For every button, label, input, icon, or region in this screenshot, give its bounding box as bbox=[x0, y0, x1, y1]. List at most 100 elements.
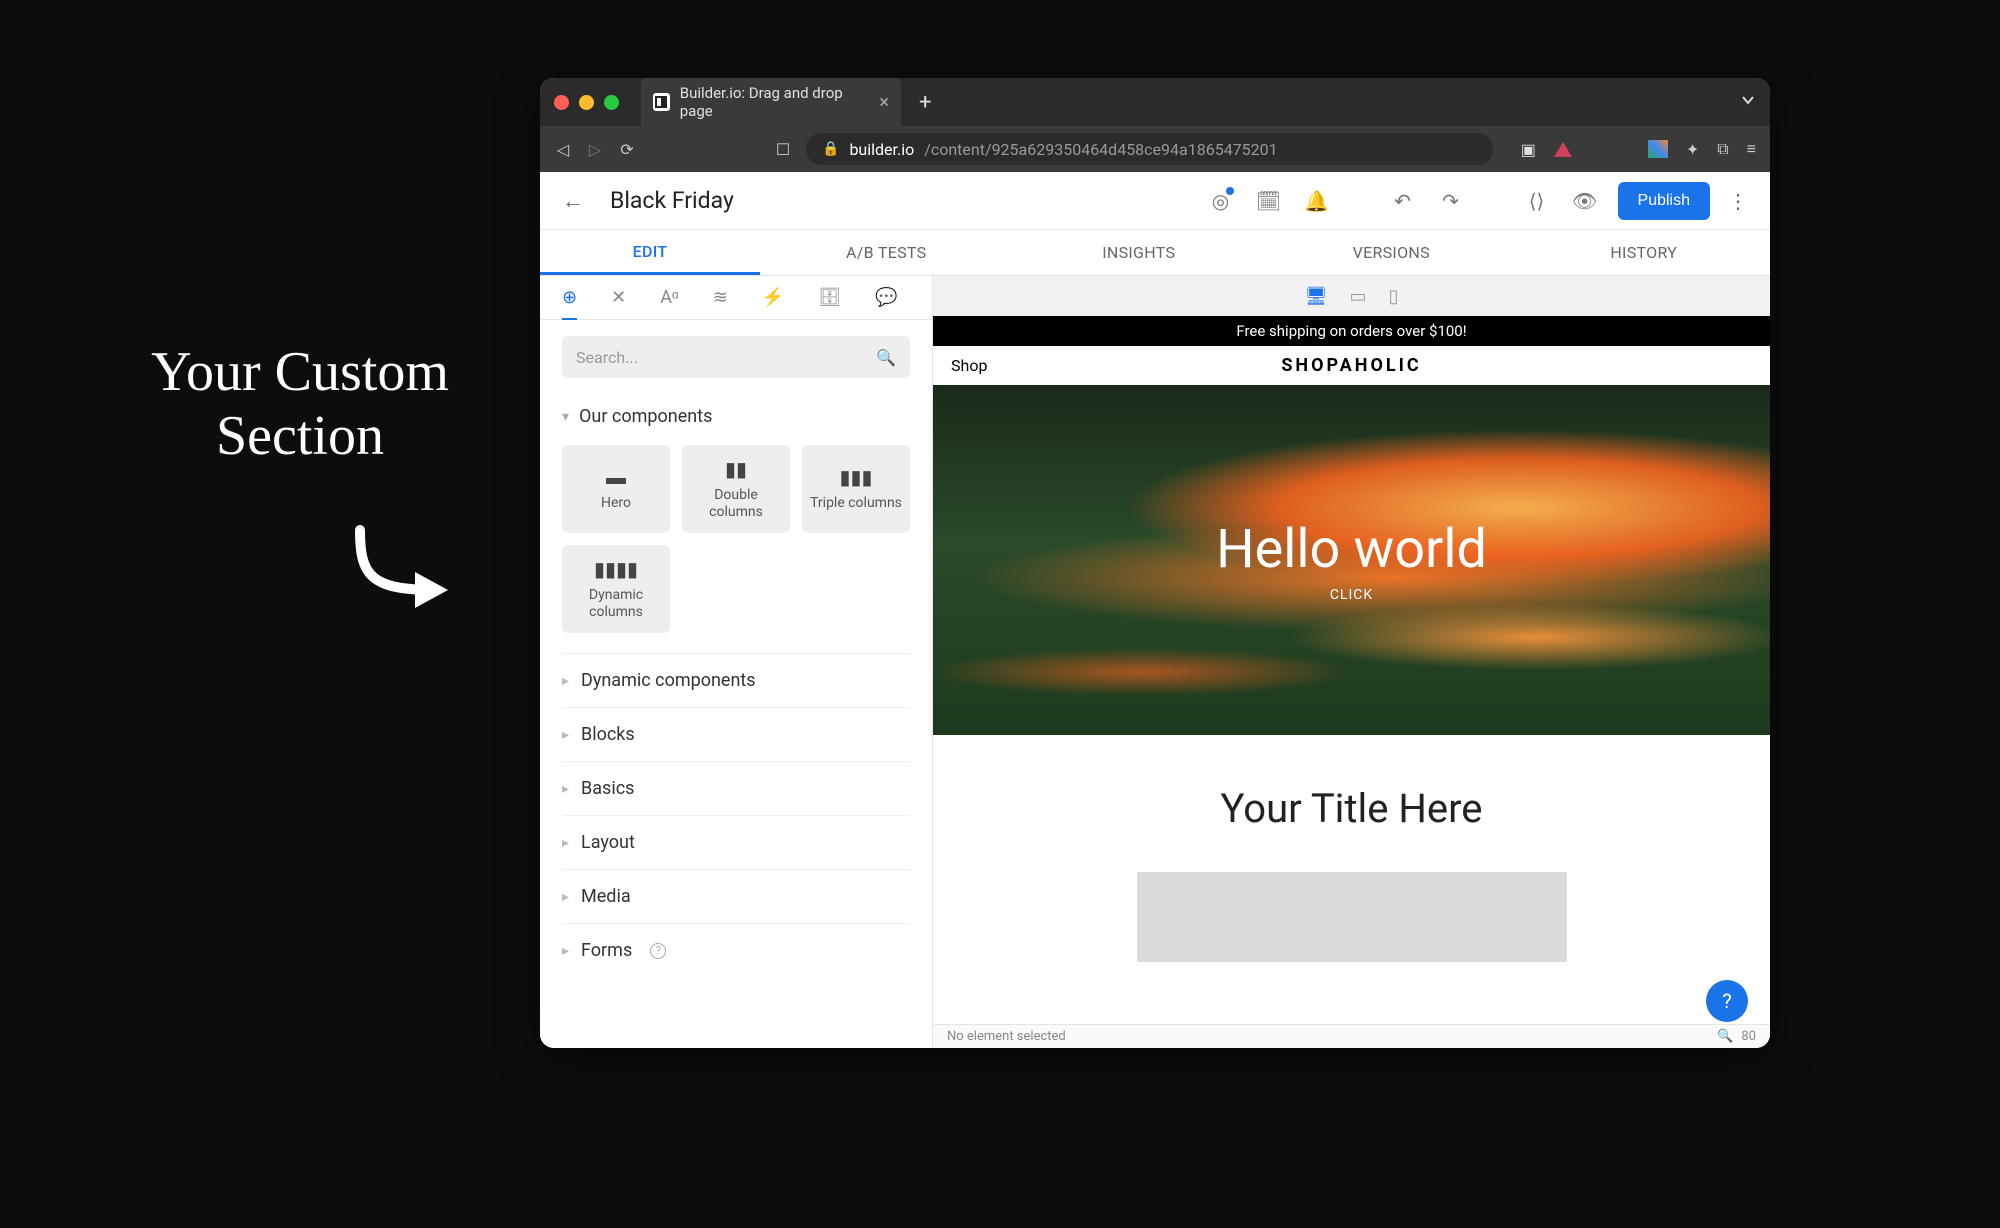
sidebar-body: Search... 🔍 ▾ Our components ▬ Hero ▮▮ D… bbox=[540, 320, 932, 1048]
type-tool-icon[interactable]: Aᵅ bbox=[660, 287, 679, 308]
section-dynamic-components[interactable]: ▸ Dynamic components bbox=[562, 653, 910, 707]
help-icon: ? bbox=[650, 943, 666, 959]
header-more-button[interactable]: ⋮ bbox=[1728, 189, 1748, 213]
redo-button[interactable]: ↷ bbox=[1436, 189, 1466, 213]
section-blocks[interactable]: ▸ Blocks bbox=[562, 707, 910, 761]
mobile-device-icon[interactable]: ▯ bbox=[1388, 286, 1398, 307]
caret-right-icon: ▸ bbox=[562, 943, 569, 959]
tab-versions[interactable]: VERSIONS bbox=[1265, 230, 1518, 275]
content-section[interactable]: Your Title Here bbox=[933, 735, 1770, 962]
component-dynamic-columns[interactable]: ▮▮▮▮ Dynamic columns bbox=[562, 545, 670, 633]
selection-status: No element selected bbox=[947, 1029, 1066, 1044]
app-header: ← Black Friday ◎ 🗓 🔔 ↶ ↷ ⟨⟩ 👁 Publish ⋮ bbox=[540, 172, 1770, 230]
tab-history[interactable]: HISTORY bbox=[1518, 230, 1771, 275]
sidebar: ⊕ ✕ Aᵅ ≋ ⚡ 🗄 💬 Search... 🔍 ▾ Our compone… bbox=[540, 276, 933, 1048]
search-input[interactable]: Search... 🔍 bbox=[562, 336, 910, 378]
tab-abtests[interactable]: A/B TESTS bbox=[760, 230, 1013, 275]
tabbar-overflow-button[interactable] bbox=[1740, 92, 1756, 112]
annotation-callout: Your Custom Section bbox=[120, 340, 480, 469]
nav-forward-button[interactable]: ▷ bbox=[586, 140, 604, 159]
window-minimize-button[interactable] bbox=[579, 95, 594, 110]
double-columns-icon: ▮▮ bbox=[725, 458, 747, 481]
annotation-line1: Your Custom bbox=[120, 340, 480, 404]
layers-tool-icon[interactable]: ≋ bbox=[713, 287, 728, 308]
section-layout[interactable]: ▸ Layout bbox=[562, 815, 910, 869]
shop-link[interactable]: Shop bbox=[951, 356, 987, 375]
insert-tool-icon[interactable]: ⊕ bbox=[562, 287, 577, 320]
targeting-icon[interactable]: ◎ bbox=[1206, 189, 1236, 213]
hero-section[interactable]: Hello world CLICK bbox=[933, 385, 1770, 735]
comments-tool-icon[interactable]: 💬 bbox=[875, 287, 897, 308]
search-icon: 🔍 bbox=[876, 348, 896, 367]
notifications-icon[interactable]: 🔔 bbox=[1302, 189, 1332, 213]
window-maximize-button[interactable] bbox=[604, 95, 619, 110]
status-bar: No element selected 🔍 80 bbox=[933, 1024, 1770, 1048]
component-double-columns[interactable]: ▮▮ Double columns bbox=[682, 445, 790, 533]
section-title: Your Title Here bbox=[933, 785, 1770, 832]
nav-back-button[interactable]: ◁ bbox=[554, 140, 572, 159]
publish-button[interactable]: Publish bbox=[1618, 182, 1710, 220]
section-media[interactable]: ▸ Media bbox=[562, 869, 910, 923]
help-fab-button[interactable]: ? bbox=[1706, 980, 1748, 1022]
undo-button[interactable]: ↶ bbox=[1388, 189, 1418, 213]
app-back-button[interactable]: ← bbox=[562, 188, 584, 214]
url-host: builder.io bbox=[849, 140, 914, 159]
component-grid: ▬ Hero ▮▮ Double columns ▮▮▮ Triple colu… bbox=[562, 445, 910, 633]
new-tab-button[interactable]: + bbox=[919, 90, 931, 115]
page-title: Black Friday bbox=[610, 187, 734, 214]
desktop-device-icon[interactable]: 🖥 bbox=[1305, 286, 1328, 307]
code-view-button[interactable]: ⟨⟩ bbox=[1522, 189, 1552, 213]
hero-cta[interactable]: CLICK bbox=[1330, 587, 1373, 603]
data-tool-icon[interactable]: 🗄 bbox=[818, 287, 841, 308]
zoom-value: 80 bbox=[1741, 1029, 1756, 1044]
browser-tabbar: Builder.io: Drag and drop page × + bbox=[540, 78, 1770, 126]
tablet-device-icon[interactable]: ▭ bbox=[1349, 286, 1366, 307]
tab-edit[interactable]: EDIT bbox=[540, 230, 760, 275]
tab-insights[interactable]: INSIGHTS bbox=[1013, 230, 1266, 275]
url-path: /content/925a629350464d458ce94a186547520… bbox=[924, 140, 1277, 159]
browser-urlbar: ◁ ▷ ⟳ ☐ 🔒 builder.io/content/925a6293504… bbox=[540, 126, 1770, 172]
triple-columns-icon: ▮▮▮ bbox=[839, 466, 872, 489]
canvas: 🖥 ▭ ▯ Free shipping on orders over $100!… bbox=[933, 276, 1770, 1048]
browser-tab[interactable]: Builder.io: Drag and drop page × bbox=[641, 78, 901, 128]
hero-heading: Hello world bbox=[1216, 518, 1487, 581]
builder-ext-icon[interactable] bbox=[1648, 140, 1668, 158]
style-tool-icon[interactable]: ✕ bbox=[611, 287, 626, 308]
caret-right-icon: ▸ bbox=[562, 889, 569, 905]
bookmark-button[interactable]: ☐ bbox=[774, 140, 792, 159]
zoom-icon[interactable]: 🔍 bbox=[1717, 1029, 1733, 1044]
caret-down-icon: ▾ bbox=[562, 409, 569, 425]
tab-close-button[interactable]: × bbox=[879, 92, 889, 113]
extensions-icon[interactable]: ✦ bbox=[1686, 140, 1699, 159]
device-toolbar: 🖥 ▭ ▯ bbox=[933, 276, 1770, 316]
nav-reload-button[interactable]: ⟳ bbox=[618, 140, 636, 159]
brand-logo: SHOPAHOLIC bbox=[1281, 355, 1421, 376]
hero-icon: ▬ bbox=[606, 466, 626, 489]
brave-icon[interactable] bbox=[1554, 142, 1572, 157]
caret-right-icon: ▸ bbox=[562, 835, 569, 851]
preview-frame[interactable]: Free shipping on orders over $100! Shop … bbox=[933, 316, 1770, 1048]
caret-right-icon: ▸ bbox=[562, 673, 569, 689]
annotation-arrow-icon bbox=[340, 520, 460, 640]
promo-banner: Free shipping on orders over $100! bbox=[933, 316, 1770, 346]
image-placeholder[interactable] bbox=[1137, 872, 1567, 962]
sidebar-toolbar: ⊕ ✕ Aᵅ ≋ ⚡ 🗄 💬 bbox=[540, 276, 932, 320]
preview-button[interactable]: 👁 bbox=[1570, 189, 1600, 213]
window-close-button[interactable] bbox=[554, 95, 569, 110]
actions-tool-icon[interactable]: ⚡ bbox=[762, 287, 784, 308]
shield-icon[interactable]: ▣ bbox=[1521, 140, 1536, 159]
browser-menu-button[interactable]: ≡ bbox=[1747, 139, 1756, 159]
schedule-icon[interactable]: 🗓 bbox=[1254, 189, 1284, 213]
pip-icon[interactable]: ⧉ bbox=[1717, 139, 1728, 159]
component-hero[interactable]: ▬ Hero bbox=[562, 445, 670, 533]
section-our-components[interactable]: ▾ Our components bbox=[562, 396, 910, 437]
component-triple-columns[interactable]: ▮▮▮ Triple columns bbox=[802, 445, 910, 533]
url-input[interactable]: 🔒 builder.io/content/925a629350464d458ce… bbox=[806, 133, 1493, 165]
section-basics[interactable]: ▸ Basics bbox=[562, 761, 910, 815]
lock-icon: 🔒 bbox=[822, 141, 839, 157]
browser-window: Builder.io: Drag and drop page × + ◁ ▷ ⟳… bbox=[540, 78, 1770, 1048]
dynamic-columns-icon: ▮▮▮▮ bbox=[594, 558, 638, 581]
traffic-lights bbox=[554, 95, 619, 110]
favicon-icon bbox=[653, 93, 670, 111]
section-forms[interactable]: ▸ Forms ? bbox=[562, 923, 910, 977]
